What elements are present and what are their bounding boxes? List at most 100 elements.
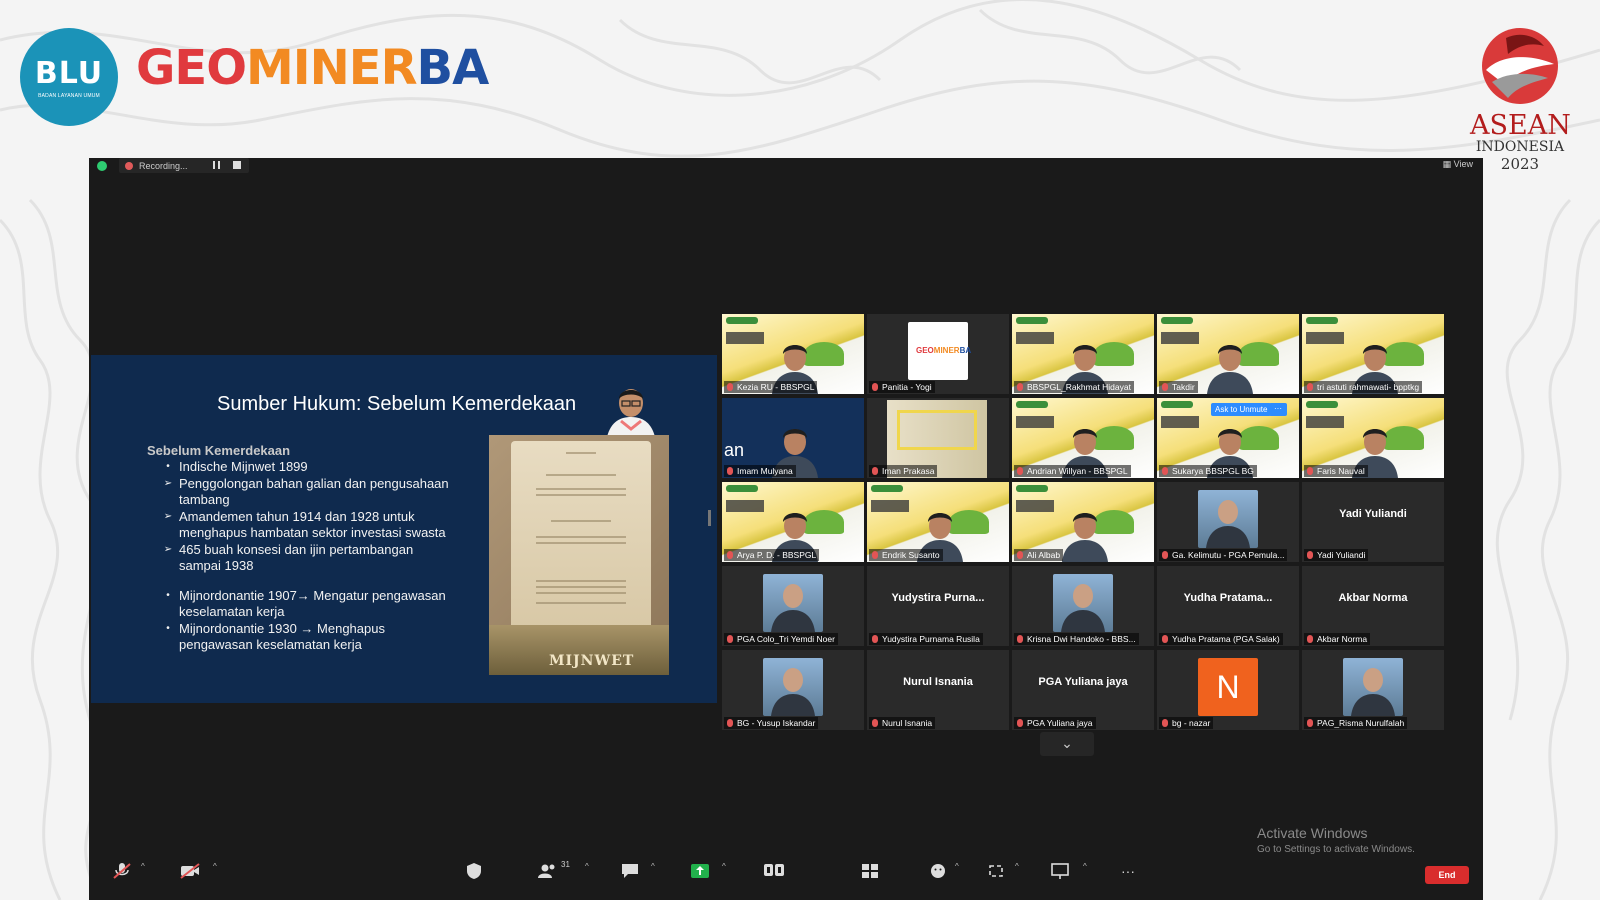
- meeting-toolbar: ^ ^ 31 ^ ^ ^ ^ ^ ^ ··· End: [89, 850, 1483, 900]
- muted-mic-icon: [872, 719, 878, 727]
- record-icon[interactable]: [763, 862, 785, 880]
- participant-tile[interactable]: BG - Yusup Iskandar: [722, 650, 864, 730]
- participant-tile[interactable]: Kezia RU - BBSPGL: [722, 314, 864, 394]
- document-paper: [511, 441, 651, 631]
- video-options-caret-icon[interactable]: ^: [213, 862, 217, 871]
- participant-tile[interactable]: Nurul Isnania Nurul Isnania: [867, 650, 1009, 730]
- participant-tile[interactable]: Ask to Unmute ··· Sukarya BBSPGL BG: [1157, 398, 1299, 478]
- background-caption-box: [1161, 416, 1199, 428]
- participant-tile[interactable]: Nbg - nazar: [1157, 650, 1299, 730]
- background-badge: [1306, 401, 1338, 408]
- participant-tile[interactable]: tri astuti rahmawati- bpptkg: [1302, 314, 1444, 394]
- chat-caret-icon[interactable]: ^: [651, 862, 655, 871]
- participant-tile[interactable]: an Imam Mulyana: [722, 398, 864, 478]
- view-button[interactable]: ▦ View: [1443, 159, 1473, 170]
- stop-recording-icon[interactable]: [233, 161, 241, 169]
- participant-name: BBSPGL_Rakhmat Hidayat: [1027, 382, 1131, 392]
- pause-recording-icon[interactable]: [213, 161, 220, 169]
- participant-tile[interactable]: BBSPGL_Rakhmat Hidayat: [1012, 314, 1154, 394]
- recording-bar: Recording... ▦ View: [89, 158, 1483, 174]
- participant-tile[interactable]: Ga. Kelimutu - PGA Pemula...: [1157, 482, 1299, 562]
- participant-name-label: Imam Mulyana: [724, 465, 796, 477]
- participant-tile[interactable]: PGA Yuliana jaya PGA Yuliana jaya: [1012, 650, 1154, 730]
- muted-mic-icon: [1017, 383, 1023, 391]
- apps-icon[interactable]: [985, 862, 1007, 880]
- whiteboards-icon[interactable]: [1049, 862, 1071, 880]
- participant-name: Akbar Norma: [1317, 634, 1368, 644]
- audio-options-caret-icon[interactable]: ^: [141, 862, 145, 871]
- participants-icon[interactable]: [537, 862, 559, 880]
- participant-tile[interactable]: Krisna Dwi Handoko - BBS...: [1012, 566, 1154, 646]
- view-label: View: [1453, 159, 1473, 169]
- apps-caret-icon[interactable]: ^: [1015, 862, 1019, 871]
- bullet-text: 465 buah konsesi dan ijin pertambangan s…: [179, 542, 414, 573]
- participant-name-label: Yudystira Purnama Rusila: [869, 633, 983, 645]
- chat-icon[interactable]: [619, 862, 641, 880]
- participant-name: Krisna Dwi Handoko - BBS...: [1027, 634, 1136, 644]
- participant-tile[interactable]: Yadi Yuliandi Yadi Yuliandi: [1302, 482, 1444, 562]
- microphone-muted-icon[interactable]: [111, 862, 133, 880]
- gallery-scroll-down-button[interactable]: ⌄: [1040, 732, 1094, 756]
- participant-name-label: Takdir: [1159, 381, 1198, 393]
- participant-tile[interactable]: Faris Nauval: [1302, 398, 1444, 478]
- participant-name-label: Arya P. D. - BBSPGL: [724, 549, 820, 561]
- participant-name: Kezia RU - BBSPGL: [737, 382, 815, 392]
- participant-tile[interactable]: Akbar Norma Akbar Norma: [1302, 566, 1444, 646]
- background-caption-box: [1306, 332, 1344, 344]
- more-icon[interactable]: ···: [1117, 862, 1139, 880]
- whiteboards-caret-icon[interactable]: ^: [1083, 862, 1087, 871]
- participant-name: Yadi Yuliandi: [1317, 550, 1366, 560]
- participant-more-button[interactable]: ···: [1269, 403, 1287, 416]
- activate-windows-title: Activate Windows: [1257, 825, 1368, 841]
- participant-tile[interactable]: Andrian Willyan - BBSPGL: [1012, 398, 1154, 478]
- participant-tile[interactable]: Yudystira Purna... Yudystira Purnama Rusi…: [867, 566, 1009, 646]
- background-badge: [1161, 401, 1193, 408]
- reactions-icon[interactable]: [927, 862, 949, 880]
- encryption-shield-icon: [97, 161, 107, 171]
- background-caption-box: [871, 500, 909, 512]
- security-icon[interactable]: [463, 862, 485, 880]
- share-screen-icon[interactable]: [689, 862, 711, 880]
- recording-label: Recording...: [139, 160, 188, 171]
- participant-profile-photo: [763, 658, 823, 716]
- geominerba-logo: GEOMINERBA: [136, 40, 489, 96]
- participant-name: Ga. Kelimutu - PGA Pemula...: [1172, 550, 1285, 560]
- participant-name: Yudystira Purnama Rusila: [882, 634, 980, 644]
- ask-to-unmute-button[interactable]: Ask to Unmute: [1211, 403, 1272, 416]
- participant-tile[interactable]: Endrik Susanto: [867, 482, 1009, 562]
- participant-name: Endrik Susanto: [882, 550, 940, 560]
- participant-name-label: Yudha Pratama (PGA Salak): [1159, 633, 1283, 645]
- reactions-caret-icon[interactable]: ^: [955, 862, 959, 871]
- slide-bullet: ➢ Amandemen tahun 1914 dan 1928 untuk men…: [161, 509, 451, 541]
- recording-indicator[interactable]: Recording...: [119, 158, 249, 173]
- participants-caret-icon[interactable]: ^: [585, 862, 589, 871]
- video-off-icon[interactable]: [179, 862, 201, 880]
- brand-part-geo: GEO: [136, 40, 247, 96]
- participant-tile[interactable]: GEOMINERBA Panitia - Yogi: [867, 314, 1009, 394]
- participant-tile[interactable]: PAG_Risma Nurulfalah: [1302, 650, 1444, 730]
- participant-tile[interactable]: Arya P. D. - BBSPGL: [722, 482, 864, 562]
- participant-video-person: [1207, 345, 1253, 394]
- bullet-marker: •: [166, 623, 170, 634]
- participant-tile[interactable]: Takdir: [1157, 314, 1299, 394]
- slide-title: Sumber Hukum: Sebelum Kemerdekaan: [217, 393, 577, 415]
- participant-name: Andrian Willyan - BBSPGL: [1027, 466, 1128, 476]
- participant-initial-avatar: N: [1198, 658, 1258, 716]
- presenter-video-thumbnail: [601, 377, 661, 437]
- split-view-handle[interactable]: [708, 510, 711, 526]
- muted-mic-icon: [1017, 467, 1023, 475]
- breakout-rooms-icon[interactable]: [859, 862, 881, 880]
- participant-tile[interactable]: PGA Colo_Tri Yemdi Noer: [722, 566, 864, 646]
- participant-tile[interactable]: Ali Albab: [1012, 482, 1154, 562]
- participant-tile[interactable]: Iman Prakasa: [867, 398, 1009, 478]
- share-caret-icon[interactable]: ^: [722, 862, 726, 871]
- end-meeting-button[interactable]: End: [1425, 866, 1469, 884]
- participant-tile[interactable]: Yudha Pratama... Yudha Pratama (PGA Salak…: [1157, 566, 1299, 646]
- participant-logo: GEOMINERBA: [908, 322, 971, 380]
- room-shelf: [897, 410, 977, 450]
- muted-mic-icon: [1162, 467, 1168, 475]
- asean-title: ASEAN: [1470, 110, 1571, 141]
- background-badge: [726, 485, 758, 492]
- slide-bullet: • Indische Mijnwet 1899: [161, 459, 451, 475]
- muted-mic-icon: [1307, 635, 1313, 643]
